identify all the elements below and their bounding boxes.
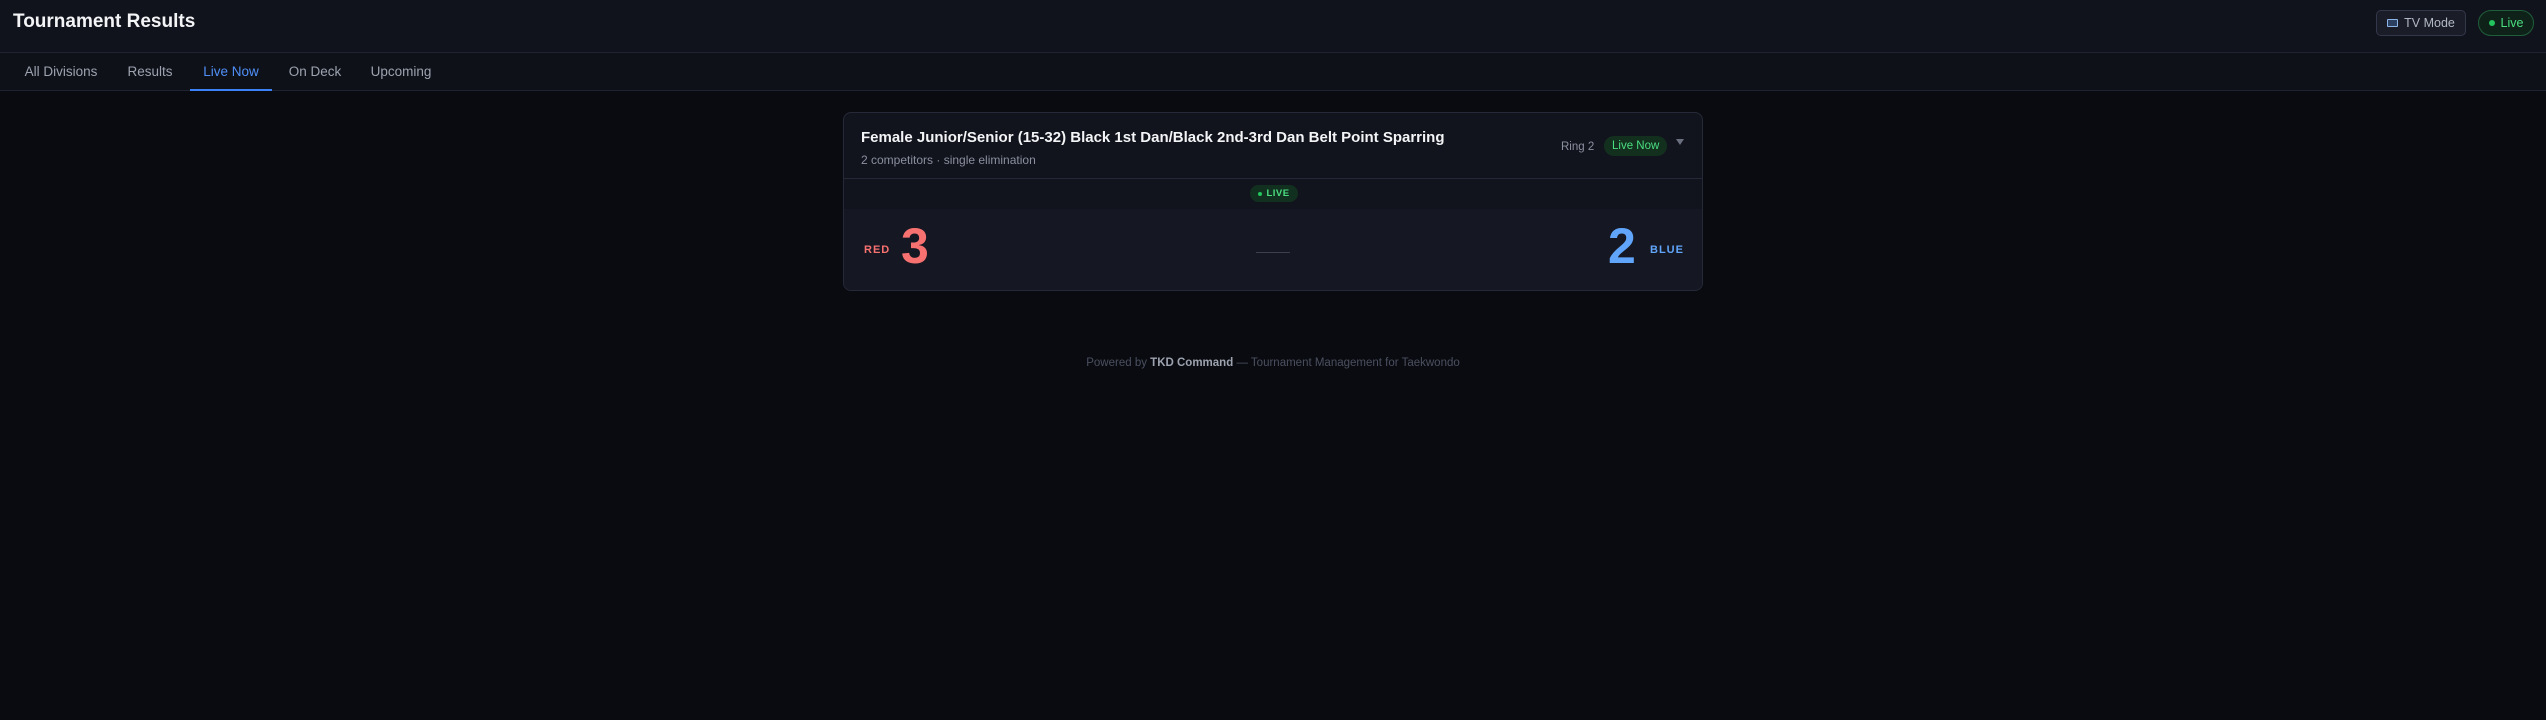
red-score: 3	[901, 218, 929, 274]
blue-label: BLUE	[1650, 244, 1684, 256]
tv-icon	[2387, 19, 2399, 27]
tab-bar: All Divisions Results Live Now On Deck U…	[0, 53, 2546, 91]
tv-mode-label: TV Mode	[2404, 16, 2455, 30]
match-scoreboard: RED 3 2 BLUE	[844, 209, 1702, 290]
live-tag-label: LIVE	[1266, 188, 1290, 199]
red-label: RED	[864, 244, 891, 256]
tab-all-divisions[interactable]: All Divisions	[14, 53, 108, 91]
division-card: Female Junior/Senior (15-32) Black 1st D…	[843, 112, 1703, 291]
division-card-header[interactable]: Female Junior/Senior (15-32) Black 1st D…	[844, 113, 1702, 179]
score-divider	[1256, 252, 1290, 253]
tab-on-deck[interactable]: On Deck	[282, 53, 348, 91]
ring-label: Ring 2	[1561, 141, 1595, 153]
live-dot-icon	[1258, 191, 1263, 196]
top-header: Tournament Results TV Mode Live	[0, 0, 2546, 53]
tab-results[interactable]: Results	[118, 53, 182, 91]
footer: Powered by TKD Command — Tournament Mana…	[0, 357, 2546, 369]
tab-live-now[interactable]: Live Now	[190, 53, 272, 91]
live-dot-icon	[2488, 20, 2495, 26]
live-indicator-button[interactable]: Live	[2478, 10, 2534, 36]
blue-score: 2	[1608, 218, 1636, 274]
division-title: Female Junior/Senior (15-32) Black 1st D…	[861, 129, 1445, 146]
footer-brand: TKD Command	[1150, 357, 1234, 369]
status-badge: Live Now	[1604, 136, 1668, 156]
footer-suffix: — Tournament Management for Taekwondo	[1236, 357, 1460, 369]
tab-upcoming[interactable]: Upcoming	[364, 53, 438, 91]
page-title: Tournament Results	[13, 11, 196, 32]
live-tag: LIVE	[1250, 185, 1298, 202]
division-subtitle: 2 competitors · single elimination	[861, 153, 1036, 167]
chevron-down-icon[interactable]	[1676, 139, 1684, 145]
footer-prefix: Powered by	[1086, 357, 1147, 369]
live-label: Live	[2500, 16, 2524, 30]
tv-mode-button[interactable]: TV Mode	[2376, 10, 2466, 36]
